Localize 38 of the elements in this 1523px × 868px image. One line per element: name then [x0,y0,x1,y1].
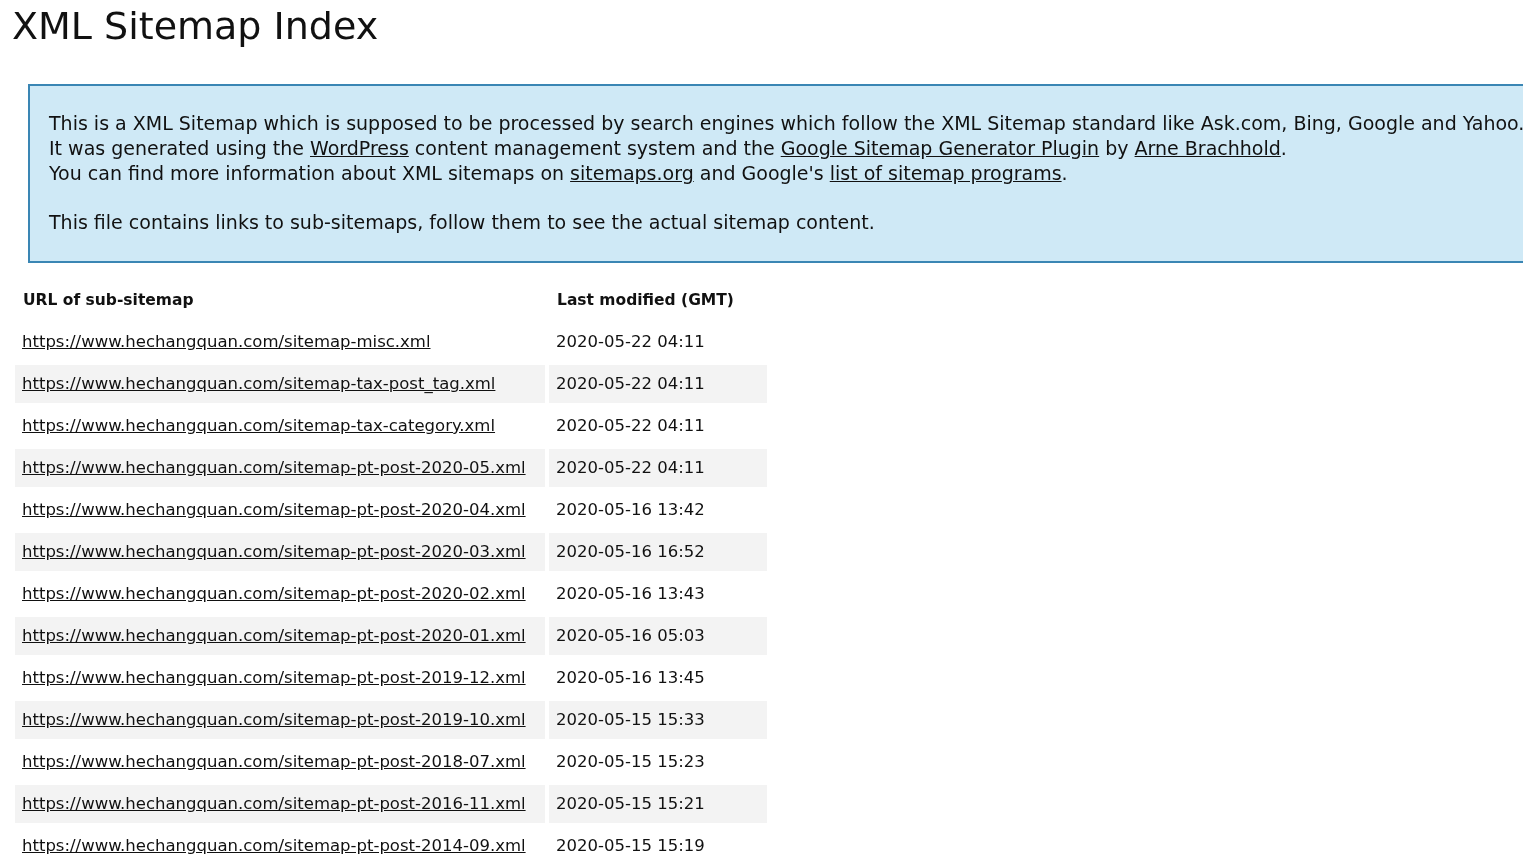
info-text: This is a XML Sitemap which is supposed to be processed by search engines which follow the XML Sitemap standard like Ask.com, Bing, Google and Yahoo. [49,111,1523,136]
sitemap-link[interactable]: https://www.hechangquan.com/sitemap-pt-post-2019-10.xml [22,710,526,729]
sitemap-link[interactable]: https://www.hechangquan.com/sitemap-tax-post_tag.xml [22,374,496,393]
table-cell-text: 2020-05-16 13:45 [555,667,706,689]
sitemap-link[interactable]: https://www.hechangquan.com/sitemap-pt-post-2020-01.xml [22,626,526,645]
info-text: It was generated using the WordPress content management system and the Google Sitemap Generator Plugin by Arne Brachhold. [49,136,1288,161]
table-cell: 2020-05-15 15:21 [549,785,767,823]
text-link[interactable]: Arne Brachhold [1134,137,1281,159]
sitemap-link[interactable]: https://www.hechangquan.com/sitemap-pt-post-2020-05.xml [22,458,526,477]
table-cell-text: 2020-05-16 13:42 [555,499,706,521]
info-text: You can find more information about XML sitemaps on sitemaps.org and Google's list of sitemap programs. [49,161,1069,186]
column-header: URL of sub-sitemap [22,290,195,311]
table-cell-text: 2020-05-15 15:23 [555,751,706,773]
sitemap-link[interactable]: https://www.hechangquan.com/sitemap-pt-post-2018-07.xml [22,752,526,771]
table-cell: 2020-05-15 15:33 [549,701,767,739]
sitemap-link[interactable]: https://www.hechangquan.com/sitemap-pt-post-2020-03.xml [22,542,526,561]
text-link[interactable]: sitemaps.org [570,162,694,184]
table-cell-text: 2020-05-15 15:19 [555,835,706,857]
text-link[interactable]: list of sitemap programs [829,162,1062,184]
table-cell: 2020-05-16 16:52 [549,533,767,571]
table-cell-text: 2020-05-22 04:11 [555,415,706,437]
sitemap-link[interactable]: https://www.hechangquan.com/sitemap-pt-post-2020-04.xml [22,500,526,519]
table-cell: 2020-05-22 04:11 [549,365,767,403]
sitemap-link[interactable]: https://www.hechangquan.com/sitemap-pt-post-2016-11.xml [22,794,526,813]
text-link[interactable]: Google Sitemap Generator Plugin [780,137,1100,159]
table-cell: 2020-05-16 05:03 [549,617,767,655]
info-text: This file contains links to sub-sitemaps, follow them to see the actual sitemap content. [49,210,876,235]
column-header: Last modified (GMT) [556,290,735,311]
sitemap-link[interactable]: https://www.hechangquan.com/sitemap-misc.xml [22,332,431,351]
text-link[interactable]: WordPress [310,137,409,159]
sitemap-link[interactable]: https://www.hechangquan.com/sitemap-pt-post-2019-12.xml [22,668,526,687]
page-title: XML Sitemap Index [12,3,380,48]
table-cell-text: 2020-05-22 04:11 [555,331,706,353]
sitemap-link[interactable]: https://www.hechangquan.com/sitemap-tax-category.xml [22,416,496,435]
table-cell: 2020-05-22 04:11 [549,449,767,487]
table-cell-text: 2020-05-16 13:43 [555,583,706,605]
sitemap-link[interactable]: https://www.hechangquan.com/sitemap-pt-post-2020-02.xml [22,584,526,603]
sitemap-link[interactable]: https://www.hechangquan.com/sitemap-pt-post-2014-09.xml [22,836,526,855]
